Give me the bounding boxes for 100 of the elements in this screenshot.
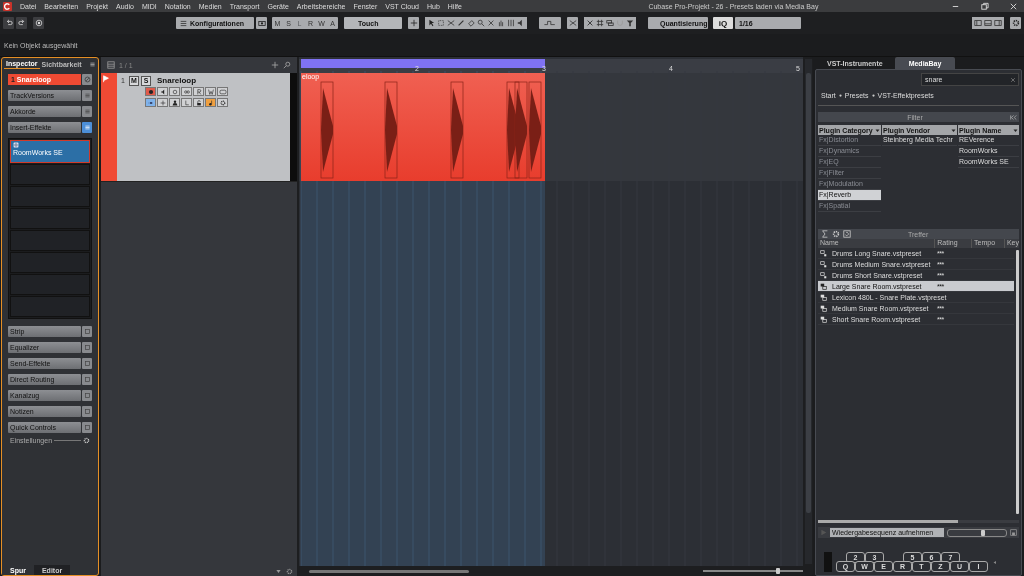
record-icon — [147, 88, 154, 95]
search-icon[interactable] — [283, 61, 291, 69]
dropdown-arrow-icon — [875, 127, 880, 133]
cross-hair-icon — [159, 99, 166, 106]
gear-icon[interactable] — [286, 567, 293, 575]
left-panel-icon[interactable] — [974, 19, 982, 27]
eraser-icon[interactable] — [467, 19, 475, 27]
bottom-panel-icon[interactable] — [984, 19, 992, 27]
collapse-icon[interactable] — [1010, 113, 1017, 121]
vertical-scrollbar[interactable] — [805, 59, 812, 564]
redo-icon — [17, 19, 26, 27]
dotted-line-icon — [147, 99, 154, 106]
lock-button[interactable] — [193, 98, 204, 107]
settings-icon — [1011, 19, 1020, 27]
results-scrollbar[interactable] — [1016, 250, 1019, 514]
redo-button[interactable] — [16, 17, 27, 29]
blocks-icon[interactable] — [606, 19, 614, 27]
dropdown-arrow-icon — [951, 127, 956, 133]
preset-icon — [820, 249, 827, 257]
camera-button[interactable] — [256, 17, 267, 29]
speaker-button[interactable] — [157, 87, 168, 96]
snap-x-icon[interactable] — [586, 19, 594, 27]
note-button[interactable] — [205, 98, 216, 107]
lines-icon — [83, 92, 91, 99]
record-button[interactable] — [145, 87, 156, 96]
cross-icon — [568, 19, 577, 27]
section-toggle-button[interactable] — [82, 422, 92, 433]
lanes-button[interactable] — [217, 87, 228, 96]
slash-circle-icon — [83, 76, 91, 83]
save-icon[interactable] — [1010, 529, 1017, 536]
folder-lane-button[interactable] — [145, 98, 156, 107]
section-toggle-button[interactable] — [82, 326, 92, 337]
menu-icon[interactable] — [89, 60, 96, 68]
horizontal-scrollbar[interactable] — [818, 520, 1019, 523]
zoom-icon[interactable] — [477, 19, 485, 27]
iq-button[interactable]: iQ — [713, 17, 733, 29]
clear-icon[interactable] — [1010, 76, 1016, 83]
gear-button[interactable] — [217, 98, 228, 107]
section-toggle-button[interactable] — [82, 106, 92, 117]
track-name: Snareloop — [157, 76, 197, 85]
loop-button[interactable] — [181, 87, 192, 96]
edit-button[interactable] — [82, 74, 92, 85]
lines-icon — [83, 108, 91, 115]
power-icon[interactable] — [13, 142, 19, 148]
snap-button[interactable] — [408, 17, 419, 29]
line-dropdown[interactable] — [539, 17, 561, 29]
preset-icon — [820, 260, 827, 268]
bars-icon[interactable] — [507, 19, 515, 27]
right-panel-icon[interactable] — [994, 19, 1002, 27]
list-icon[interactable] — [107, 61, 115, 69]
pointer-icon[interactable] — [427, 19, 435, 27]
undo-button[interactable] — [3, 17, 14, 29]
lock-icon — [195, 99, 202, 106]
rack-preset-icon — [820, 304, 827, 312]
step-line-icon — [543, 19, 557, 27]
speaker-icon — [159, 88, 166, 95]
rack-preset-icon — [820, 293, 827, 301]
section-toggle-button[interactable] — [82, 342, 92, 353]
person-button[interactable] — [169, 98, 180, 107]
double-circle-icon — [183, 88, 190, 95]
mute-x-icon[interactable] — [487, 19, 495, 27]
lines-icon — [83, 124, 91, 131]
refresh-icon[interactable] — [843, 230, 851, 238]
pencil-icon[interactable] — [457, 19, 465, 27]
settings-icon[interactable] — [83, 437, 90, 444]
cross-icon-button[interactable] — [567, 17, 578, 29]
rounded-rect-icon — [218, 88, 227, 95]
section-toggle-button[interactable] — [82, 122, 92, 133]
slider-thumb[interactable] — [980, 529, 985, 536]
dropdown-arrow-icon — [1013, 127, 1018, 133]
slider-thumb[interactable] — [776, 568, 780, 574]
plus-icon — [409, 19, 418, 27]
side-arrow-icon[interactable] — [992, 559, 997, 565]
person-icon — [171, 99, 178, 106]
rack-preset-icon — [820, 315, 827, 323]
speaker-icon[interactable] — [517, 19, 525, 27]
write-icon — [207, 88, 214, 95]
section-toggle-button[interactable] — [82, 390, 92, 401]
grid-icon[interactable] — [596, 19, 604, 27]
keyboard-meter — [824, 552, 832, 572]
gear-icon — [219, 99, 226, 106]
funnel-icon[interactable] — [626, 19, 634, 27]
dropdown-arrow-icon[interactable] — [275, 567, 282, 575]
volume-slider[interactable] — [947, 528, 1007, 537]
plus-icon[interactable] — [271, 61, 279, 69]
settings-button[interactable] — [1010, 17, 1021, 29]
section-toggle-button[interactable] — [82, 374, 92, 385]
camera-icon — [257, 19, 266, 27]
read-icon — [195, 88, 202, 95]
restore-icon[interactable] — [980, 1, 989, 11]
horizontal-scrollbar[interactable] — [309, 569, 469, 573]
write-button[interactable] — [205, 87, 216, 96]
section-toggle-button[interactable] — [82, 406, 92, 417]
monitor-button[interactable] — [33, 17, 44, 29]
scissors-icon[interactable] — [447, 19, 455, 27]
sigma-icon[interactable] — [821, 230, 829, 238]
section-toggle-button[interactable] — [82, 358, 92, 369]
close-icon[interactable] — [1009, 1, 1018, 11]
section-toggle-button[interactable] — [82, 90, 92, 101]
gear-icon[interactable] — [832, 230, 840, 238]
